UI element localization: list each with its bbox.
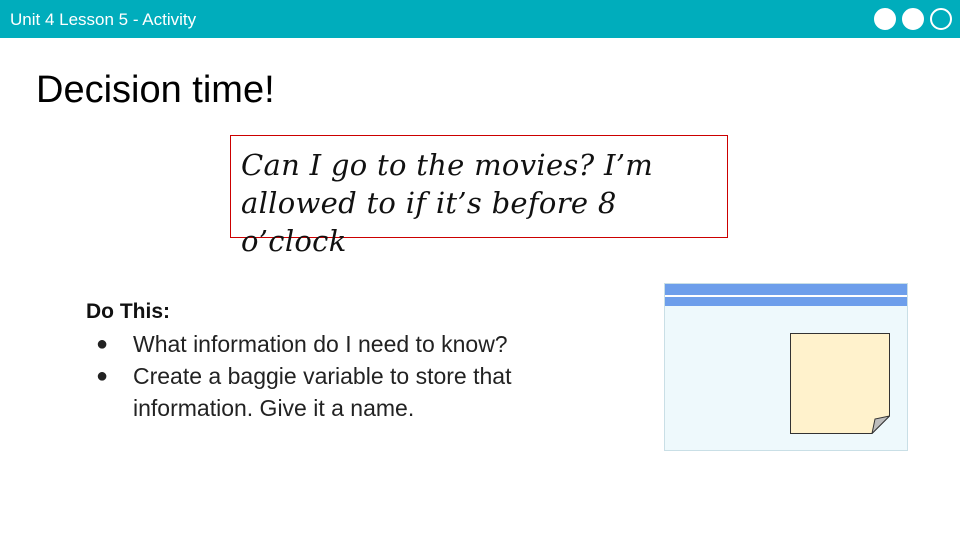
instructions-list: ● What information do I need to know? ● … — [86, 328, 586, 424]
instructions: Do This: ● What information do I need to… — [86, 298, 586, 424]
progress-dots — [874, 8, 952, 30]
window-toolbar — [665, 297, 907, 306]
question-box: Can I go to the movies? I’m allowed to i… — [230, 135, 728, 258]
instructions-label: Do This: — [86, 300, 170, 323]
window-title-bar — [665, 284, 907, 295]
progress-dot-2 — [902, 8, 924, 30]
page-title: Decision time! — [36, 69, 275, 111]
question-line-2: allowed to if it’s before 8 o’clock — [241, 186, 617, 258]
app-window-illustration — [664, 283, 908, 451]
bullet-icon: ● — [96, 333, 109, 355]
sticky-note-icon — [790, 333, 890, 434]
list-item: ● Create a baggie variable to store that… — [86, 360, 573, 424]
bullet-icon: ● — [96, 365, 109, 387]
progress-dot-3 — [930, 8, 952, 30]
list-item-text: Create a baggie variable to store that i… — [133, 363, 512, 421]
list-item-text: What information do I need to know? — [133, 331, 508, 357]
lesson-title: Unit 4 Lesson 5 - Activity — [10, 10, 197, 29]
top-bar: Unit 4 Lesson 5 - Activity — [0, 0, 960, 38]
question-line-1: Can I go to the movies? I’m — [241, 148, 654, 182]
progress-dot-1 — [874, 8, 896, 30]
list-item: ● What information do I need to know? — [86, 328, 573, 360]
